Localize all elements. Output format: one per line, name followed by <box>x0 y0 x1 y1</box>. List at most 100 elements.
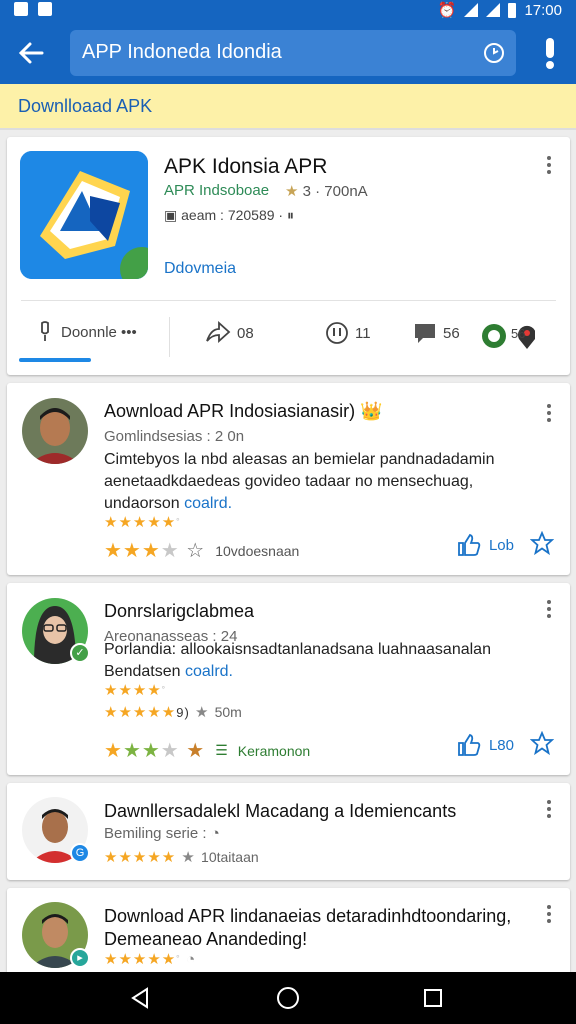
divider <box>21 300 556 301</box>
star-rating: ★★★★★˚ <box>104 514 181 531</box>
footer-note[interactable]: Keramonon <box>238 743 310 759</box>
thumbs-up-icon <box>458 533 481 556</box>
thumbs-up-icon <box>458 733 481 756</box>
rating-value: 3 · 700nA <box>302 183 368 200</box>
review-title: Dawnllersadalekl Macadang a Idemiencants <box>104 801 457 821</box>
more-vert-icon[interactable] <box>546 155 552 175</box>
comment-action[interactable]: 56 <box>413 321 460 345</box>
more-vert-icon[interactable] <box>546 799 552 819</box>
star-rating-large: ★★★★ ☆ <box>104 540 206 562</box>
developer-name[interactable]: APR Indsoboae <box>164 182 269 199</box>
keyboard-icon: ☰ <box>215 742 228 758</box>
back-button[interactable] <box>12 34 50 72</box>
mail-icon <box>38 2 52 16</box>
star-icon: ★ <box>285 183 299 200</box>
app-actions: Doonnle ••• 08 11 56 56 <box>7 313 570 363</box>
star-rating-large: ★★★★ ★ <box>104 740 206 762</box>
review-body: Porlandia: allookaisnsadtanlanadsana lua… <box>104 639 544 683</box>
refresh-icon[interactable] <box>482 41 506 65</box>
info-icon <box>326 322 348 344</box>
share-icon <box>206 321 231 344</box>
star-outline-icon[interactable] <box>530 731 554 755</box>
review-subtitle: Gomlindsesias : 2 0n <box>104 428 245 445</box>
review-title-text: Aownload APR Indosiasianasir) <box>104 401 356 421</box>
read-more-link[interactable]: coalrd. <box>184 495 232 512</box>
rating-count: 9) <box>176 705 190 720</box>
app-logo-icon <box>20 151 148 279</box>
verified-icon: ✓ <box>70 643 90 663</box>
review-subtitle-text: Bemiling serie : <box>104 825 207 842</box>
more-vert-icon[interactable] <box>546 904 552 924</box>
wifi-icon <box>464 3 479 17</box>
play-badge-icon: ▸ <box>70 948 90 968</box>
rating-note: 10taitaan <box>201 849 259 865</box>
back-triangle-icon[interactable] <box>128 986 152 1010</box>
app-bar: APP Indoneda Idondia <box>0 22 576 84</box>
alarm-icon: ⏰ <box>437 2 457 19</box>
download-banner[interactable]: Downlloaad APK <box>0 84 576 130</box>
comment-count: 56 <box>443 324 460 342</box>
review-body-text: Porlandia: allookaisnsadtanlanadsana lua… <box>104 641 491 680</box>
app-logo[interactable] <box>20 151 148 279</box>
share-count: 08 <box>237 324 254 342</box>
read-more-link[interactable]: coalrd. <box>185 663 233 680</box>
review-subtitle: Bemiling serie : ◔ <box>104 825 220 842</box>
active-tab-indicator <box>19 358 91 362</box>
arrow-left-icon <box>18 42 44 64</box>
star-outline-icon[interactable] <box>530 531 554 555</box>
recents-square-icon[interactable] <box>421 986 445 1010</box>
app-category[interactable]: Ddovmeia <box>164 260 236 278</box>
size-icon: ▣ <box>164 207 178 223</box>
review-card: G Dawnllersadalekl Macadang a Idemiencan… <box>7 783 570 880</box>
info-count: 11 <box>355 324 371 342</box>
status-bar: ⏰ 17:00 <box>0 0 576 22</box>
info-action[interactable]: 11 <box>325 321 371 345</box>
review-card: ▸ Download APR lindanaeias detaradinhdto… <box>7 888 570 972</box>
review-footer: ★★★★ ☆ 10vdoesnaan <box>104 538 299 563</box>
app-card: APK Idonsia APR APR Indsoboae ★ 3 · 700n… <box>7 137 570 375</box>
alert-icon[interactable] <box>540 36 560 70</box>
star-rating: ★★★★★ ★ 10taitaan <box>104 849 259 866</box>
location-icon <box>482 324 535 349</box>
app-rating: ★ 3 · 700nA <box>285 182 368 200</box>
like-count: L80 <box>488 736 514 754</box>
app-size: ▣ aeam : 720589 · ⏸ <box>164 207 294 224</box>
rating-note: 10vdoesnaan <box>215 542 300 559</box>
person-icon <box>22 398 88 464</box>
download-label: Doonnle ••• <box>61 323 137 341</box>
star-rating: ★★★★★˚ ◔ <box>104 951 197 968</box>
home-circle-icon[interactable] <box>276 986 300 1010</box>
info-icon: ◔ <box>210 825 220 842</box>
location-action[interactable]: 56 <box>481 321 535 351</box>
star-rating: ★★★★˚ <box>104 682 167 699</box>
more-vert-icon[interactable] <box>546 599 552 619</box>
search-query: APP Indoneda Idondia <box>82 41 282 63</box>
like-button[interactable]: Lob <box>457 533 514 557</box>
clock: 17:00 <box>524 1 562 19</box>
search-input[interactable]: APP Indoneda Idondia <box>70 30 516 76</box>
avatar[interactable] <box>22 398 88 464</box>
review-title: Download APR lindanaeias detaradinhdtoon… <box>104 906 512 926</box>
rating-note: 50m <box>214 704 242 720</box>
more-vert-icon[interactable] <box>546 403 552 423</box>
profile-badge-icon: G <box>70 843 90 863</box>
separator <box>169 317 170 357</box>
like-button[interactable]: L80 <box>457 733 514 757</box>
review-title: Aownload APR Indosiasianasir) 👑 <box>104 401 383 422</box>
navigation-bar <box>0 972 576 1024</box>
review-subtitle: Demeaneao Anandeding! <box>104 929 308 949</box>
star-rating-secondary: ★★★★★9) ★ 50m <box>104 704 242 721</box>
pause-icon: ⏸ <box>286 207 294 223</box>
trophy-icon: 👑 <box>360 401 383 421</box>
download-action[interactable]: Doonnle ••• <box>35 321 137 343</box>
banner-text: Downlloaad APK <box>18 96 153 116</box>
comment-icon <box>415 324 435 343</box>
review-body-text: Cimtebyos la nbd aleasas an bemielar pan… <box>104 451 495 512</box>
review-footer: ★★★★ ★ ☰ Keramonon <box>104 738 310 763</box>
review-card: Aownload APR Indosiasianasir) 👑 Gomlinds… <box>7 383 570 575</box>
share-action[interactable]: 08 <box>205 321 254 345</box>
review-title: Donrslarigclabmea <box>104 601 255 621</box>
location-count: 56 <box>511 326 526 341</box>
review-body: Cimtebyos la nbd aleasas an bemielar pan… <box>104 449 544 515</box>
size-value: aeam : 720589 · <box>181 207 284 223</box>
